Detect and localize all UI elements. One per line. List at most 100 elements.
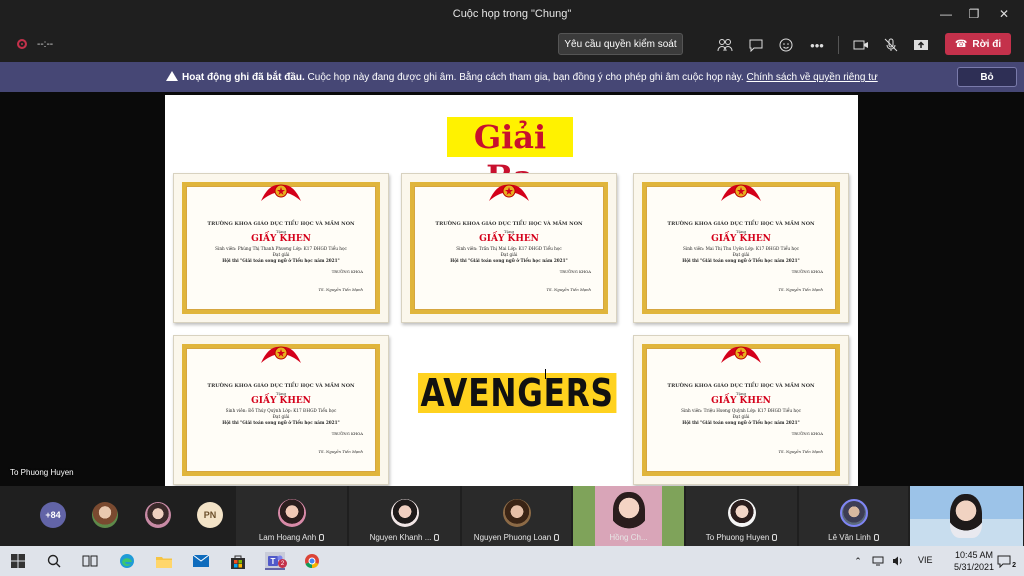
avatar[interactable]: [145, 502, 171, 528]
participant-tile[interactable]: Nguyen Phuong Loan: [462, 486, 572, 546]
avatar: [727, 499, 756, 527]
phone-hangup-icon: ☎: [954, 38, 968, 50]
avatar: [277, 499, 306, 527]
cert-award: Đạt giải: [272, 252, 290, 257]
certificate-card: TRƯỜNG KHOA GIÁO DỤC TIỂU HỌC VÀ MẦM NON…: [633, 335, 849, 485]
cert-recipient: Sinh viên: Triệu Hương Quỳnh Lớp: K17 ĐH…: [681, 408, 801, 413]
cert-contest: Hội thi "Giải toán song ngữ ở Tiểu học n…: [682, 420, 800, 425]
recording-started-text: Hoạt động ghi đã bắt đầu.: [182, 72, 305, 83]
cert-signer-title: TRƯỞNG KHOA: [331, 269, 363, 274]
toolbar-divider: [838, 36, 839, 54]
mouse-cursor-icon: [545, 369, 551, 379]
slide-title: Giải Ba: [447, 117, 573, 196]
cert-school: TRƯỜNG KHOA GIÁO DỤC TIỂU HỌC VÀ MẦM NON: [667, 383, 815, 389]
participant-tile[interactable]: To Phuong Huyen: [686, 486, 798, 546]
cert-contest: Hội thi "Giải toán song ngữ ở Tiểu học n…: [222, 258, 340, 263]
cert-school: TRƯỜNG KHOA GIÁO DỤC TIỂU HỌC VÀ MẦM NON: [435, 221, 583, 227]
task-view-icon[interactable]: [80, 552, 100, 570]
leave-button[interactable]: ☎ Rời đi: [945, 33, 1011, 55]
cert-signer: TS. Nguyễn Tiến Mạnh: [778, 287, 823, 292]
meeting-timer: --:--: [37, 39, 54, 50]
participant-name: Lam Hoang Anh: [236, 533, 347, 542]
clock-time: 10:45 AM: [954, 550, 993, 560]
overflow-participants-badge[interactable]: +84: [40, 502, 66, 528]
mic-off-icon: [772, 534, 778, 541]
close-icon[interactable]: ✕: [992, 4, 1016, 24]
participant-tile[interactable]: Lam Hoang Anh: [236, 486, 348, 546]
certificate-card: TRƯỜNG KHOA GIÁO DỤC TIỂU HỌC VÀ MẦM NON…: [173, 173, 389, 323]
system-clock[interactable]: 10:45 AM 5/31/2021: [954, 549, 994, 573]
participant-tile[interactable]: Lê Văn Linh: [799, 486, 909, 546]
participant-video: [613, 492, 645, 532]
emblem-icon: [721, 346, 761, 363]
cert-award: Đạt giải: [272, 414, 290, 419]
shared-screen-stage: Giải Ba TRƯỜNG KHOA GIÁO DỤC TIỂU HỌC VÀ…: [0, 92, 1024, 486]
search-icon[interactable]: [44, 552, 64, 570]
notification-icon[interactable]: 2: [994, 552, 1016, 570]
network-icon[interactable]: [871, 552, 885, 570]
recording-banner: Hoạt động ghi đã bắt đầu. Cuộc họp này đ…: [0, 62, 1024, 92]
participants-icon[interactable]: [714, 35, 736, 55]
self-video-tile[interactable]: [910, 486, 1024, 546]
cert-contest: Hội thi "Giải toán song ngữ ở Tiểu học n…: [450, 258, 568, 263]
mic-off-icon: [319, 534, 325, 541]
window-title: Cuộc họp trong "Chung": [452, 8, 572, 20]
minimize-icon[interactable]: —: [934, 4, 958, 24]
more-options-icon[interactable]: •••: [806, 35, 828, 55]
request-control-button[interactable]: Yêu cầu quyền kiểm soát: [558, 33, 683, 55]
certificate-card: TRƯỜNG KHOA GIÁO DỤC TIỂU HỌC VÀ MẦM NON…: [401, 173, 617, 323]
cert-award: Đạt giải: [732, 414, 750, 419]
certificate-card: TRƯỜNG KHOA GIÁO DỤC TIỂU HỌC VÀ MẦM NON…: [633, 173, 849, 323]
cert-school: TRƯỜNG KHOA GIÁO DỤC TIỂU HỌC VÀ MẦM NON: [207, 383, 355, 389]
mic-off-icon[interactable]: [880, 35, 902, 55]
avatar[interactable]: PN: [197, 502, 223, 528]
chevron-up-icon[interactable]: ⌃: [851, 552, 865, 570]
avatar: [839, 499, 868, 527]
participant-name: Lê Văn Linh: [799, 533, 908, 542]
speaker-icon[interactable]: [891, 552, 905, 570]
dismiss-button[interactable]: Bỏ: [957, 67, 1017, 87]
cert-recipient: Sinh viên: Đỗ Thúy Quỳnh Lớp: K17 ĐHGD T…: [225, 408, 337, 413]
share-screen-icon[interactable]: [910, 35, 932, 55]
chat-icon[interactable]: [745, 35, 767, 55]
privacy-policy-link[interactable]: Chính sách về quyền riêng tư: [746, 72, 877, 83]
store-icon[interactable]: [228, 552, 248, 570]
cert-signer-title: TRƯỞNG KHOA: [331, 431, 363, 436]
maximize-icon[interactable]: ❐: [962, 4, 986, 24]
clock-date: 5/31/2021: [953, 562, 994, 572]
mic-off-icon: [873, 534, 879, 541]
cert-heading: GIẤY KHEN: [711, 396, 771, 406]
mail-icon[interactable]: [191, 552, 211, 570]
avatar: [390, 499, 419, 527]
participant-tile[interactable]: Nguyen Khanh ...: [349, 486, 461, 546]
windows-start-icon[interactable]: [8, 552, 28, 570]
cert-signer-title: TRƯỞNG KHOA: [559, 269, 591, 274]
cert-signer-title: TRƯỞNG KHOA: [791, 269, 823, 274]
recording-message: Hoạt động ghi đã bắt đầu. Cuộc họp này đ…: [166, 71, 878, 83]
edge-icon[interactable]: [117, 552, 137, 570]
presentation-slide: Giải Ba TRƯỜNG KHOA GIÁO DỤC TIỂU HỌC VÀ…: [165, 95, 858, 486]
emblem-icon: [489, 184, 529, 201]
teams-icon[interactable]: T 2: [265, 552, 287, 570]
slide-caption: AVENGERS: [418, 373, 617, 413]
mic-off-icon: [434, 534, 440, 541]
cert-award: Đạt giải: [500, 252, 518, 257]
cert-recipient: Sinh viên: Phùng Thị Thanh Phương Lớp: K…: [215, 246, 347, 251]
avatar[interactable]: [92, 502, 118, 528]
participant-name: Hồng Ch...: [609, 533, 648, 542]
camera-icon[interactable]: [850, 35, 872, 55]
emblem-icon: [261, 346, 301, 363]
emblem-icon: [261, 184, 301, 201]
participant-name: To Phuong Huyen: [686, 533, 797, 542]
cert-signer-title: TRƯỞNG KHOA: [791, 431, 823, 436]
input-language[interactable]: VIE: [918, 555, 933, 565]
chrome-icon[interactable]: [302, 552, 322, 570]
avatar: [502, 499, 531, 527]
window-titlebar: Cuộc họp trong "Chung" — ❐ ✕: [0, 0, 1024, 28]
reactions-icon[interactable]: [775, 35, 797, 55]
cert-contest: Hội thi "Giải toán song ngữ ở Tiểu học n…: [222, 420, 340, 425]
file-explorer-icon[interactable]: [154, 552, 174, 570]
mic-off-icon: [554, 534, 560, 541]
participant-video-tile[interactable]: Hồng Ch...: [573, 486, 685, 546]
participant-gallery: +84 PN Lam Hoang Anh Nguyen Khanh ... Ng…: [0, 486, 1024, 546]
